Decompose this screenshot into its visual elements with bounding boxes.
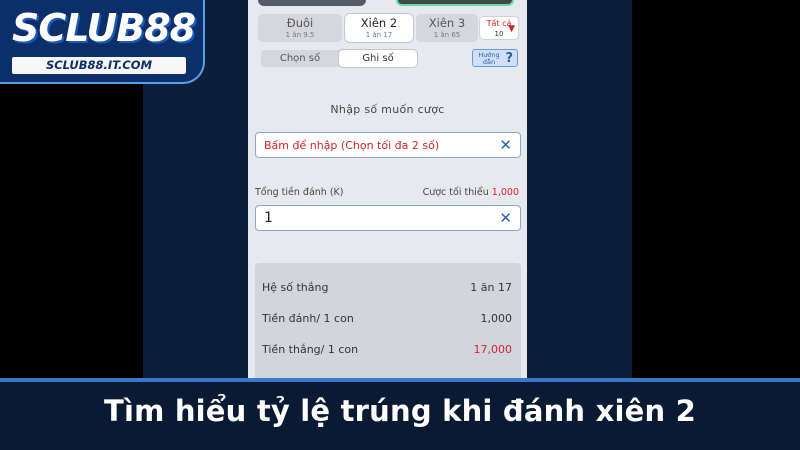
caption-title: Tìm hiểu tỷ lệ trúng khi đánh xiên 2 [103,394,697,428]
bet-summary-panel: Hệ số thắng 1 ăn 17 Tiền đánh/ 1 con 1,0… [255,263,521,378]
tab-label: Xiên 3 [428,16,466,30]
filter-dropdown[interactable]: Tất cả 10 ▼ [479,16,519,40]
summary-value-win: 17,000 [473,343,513,356]
tab-duoi[interactable]: Đuôi 1 ăn 9.5 [258,14,342,42]
number-input-placeholder: Bấm để nhập (Chọn tối đa 2 số) [264,139,440,152]
tab-odds: 1 ăn 17 [365,31,393,39]
summary-row: Tiền thắng/ 1 con 17,000 [262,343,512,359]
clear-icon[interactable]: ✕ [499,136,512,154]
total-amount-label: Tổng tiền đánh (K) [255,187,344,198]
minimum-bet-label: Cược tối thiểu 1,000 [423,187,519,198]
betting-panel: Đuôi 1 ăn 9.5 Xiên 2 1 ăn 17 Xiên 3 1 ăn… [248,0,527,378]
summary-value: 1 ăn 17 [470,281,512,294]
amount-value: 1 [264,210,273,226]
top-button-stub[interactable] [258,0,366,6]
tab-odds: 1 ăn 9.5 [285,31,315,39]
summary-value: 1,000 [480,312,513,325]
section-title: Nhập số muốn cược [330,103,445,116]
mode-choose-number-button[interactable]: Chọn số [261,50,339,67]
top-button-stub-active[interactable] [396,0,514,6]
number-input-field[interactable]: Bấm để nhập (Chọn tối đa 2 số) ✕ [255,132,521,158]
amount-input-field[interactable]: 1 ✕ [255,205,521,231]
summary-row: Hệ số thắng 1 ăn 17 [262,281,512,297]
caption-bar: Tìm hiểu tỷ lệ trúng khi đánh xiên 2 [0,378,800,450]
background-right-strip [527,0,632,378]
background-right [632,0,800,378]
tab-label: Xiên 2 [360,16,398,30]
help-button[interactable]: Hướng dẫn ? [472,49,518,67]
input-mode-toggle: Chọn số Ghi số [261,50,417,67]
minimum-bet-text: Cược tối thiểu [422,187,489,198]
summary-row: Tiền đánh/ 1 con 1,000 [262,312,512,328]
logo-url: SCLUB88.IT.COM [12,57,186,74]
brand-logo: SCLUB88 SCLUB88.IT.COM [0,0,205,84]
bet-type-tabs: Đuôi 1 ăn 9.5 Xiên 2 1 ăn 17 Xiên 3 1 ăn… [248,14,527,42]
summary-key: Hệ số thắng [262,281,329,294]
question-mark-icon: ? [505,51,513,66]
tab-xien-3[interactable]: Xiên 3 1 ăn 65 [416,14,478,42]
clear-icon[interactable]: ✕ [499,209,512,227]
logo-text: SCLUB88 [12,6,196,50]
minimum-bet-value: 1,000 [491,187,519,198]
tab-xien-2[interactable]: Xiên 2 1 ăn 17 [345,14,413,42]
caret-down-icon: ▼ [508,24,515,34]
help-label: Hướng dẫn [478,51,500,66]
tab-odds: 1 ăn 65 [433,31,461,39]
summary-key: Tiền đánh/ 1 con [262,312,354,325]
summary-key: Tiền thắng/ 1 con [262,343,359,356]
mode-write-number-button[interactable]: Ghi số [339,50,417,67]
tab-label: Đuôi [286,16,314,30]
